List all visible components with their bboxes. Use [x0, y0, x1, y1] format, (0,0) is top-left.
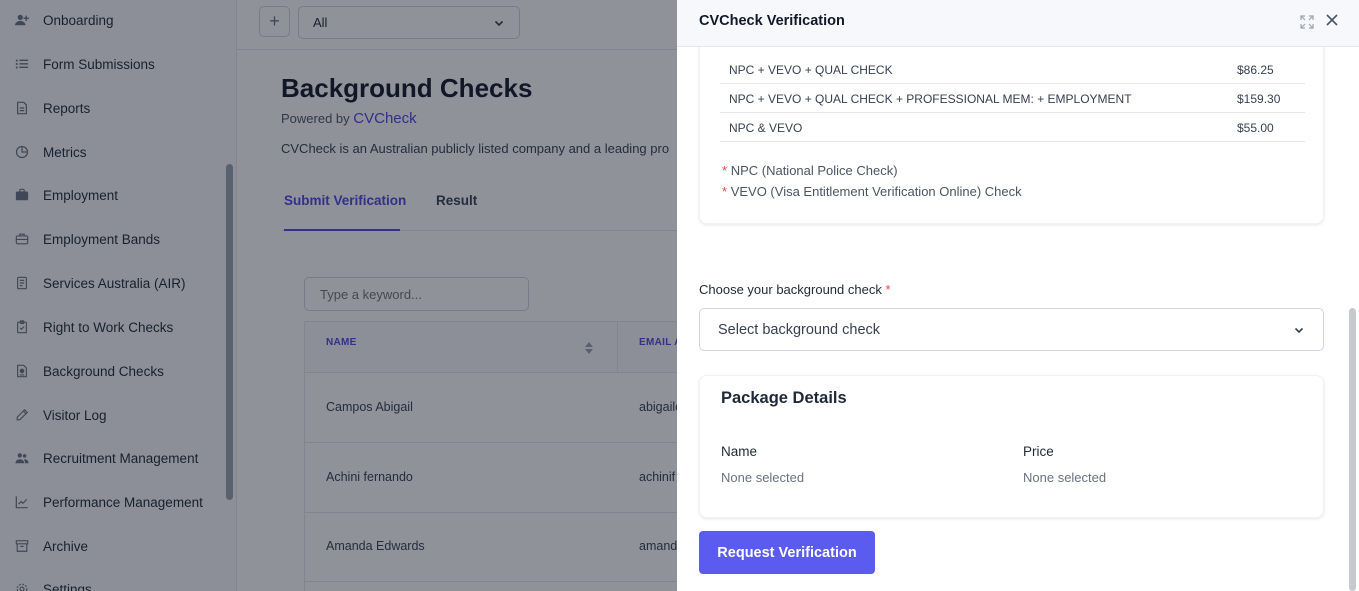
- modal-backdrop[interactable]: [0, 0, 677, 591]
- package-price: $55.00: [1237, 121, 1274, 135]
- package-price-label: Price: [1023, 444, 1054, 459]
- select-placeholder: Select background check: [718, 321, 881, 338]
- background-check-select[interactable]: Select background check: [699, 308, 1324, 351]
- drawer-header: CVCheck Verification: [677, 0, 1359, 47]
- expand-icon[interactable]: [1300, 15, 1314, 29]
- drawer-title: CVCheck Verification: [699, 13, 845, 29]
- vevo-note: * VEVO (Visa Entitlement Verification On…: [722, 184, 1022, 199]
- package-price-value: None selected: [1023, 470, 1107, 485]
- package-details-card: Package Details Name Price None selected…: [699, 375, 1324, 518]
- note-text: NPC (National Police Check): [730, 163, 898, 178]
- cvcheck-drawer: NPC + VEVO + QUAL CHECK $86.25 NPC + VEV…: [677, 0, 1359, 591]
- request-verification-button[interactable]: Request Verification: [699, 531, 875, 574]
- label-text: Choose your background check: [699, 282, 882, 297]
- npc-note: * NPC (National Police Check): [722, 163, 898, 178]
- note-asterisk: *: [722, 163, 728, 178]
- package-name: NPC + VEVO + QUAL CHECK + PROFESSIONAL M…: [729, 92, 1132, 106]
- package-price-row: NPC + VEVO + QUAL CHECK $86.25: [720, 55, 1305, 84]
- package-name: NPC + VEVO + QUAL CHECK: [729, 63, 893, 77]
- close-icon[interactable]: [1324, 12, 1340, 28]
- package-name: NPC & VEVO: [729, 121, 803, 135]
- pricing-card: NPC + VEVO + QUAL CHECK $86.25 NPC + VEV…: [699, 30, 1324, 224]
- package-name-value: None selected: [721, 470, 805, 485]
- required-asterisk: *: [885, 282, 891, 297]
- note-text: VEVO (Visa Entitlement Verification Onli…: [730, 184, 1022, 199]
- background-check-label: Choose your background check *: [699, 282, 891, 297]
- package-name-label: Name: [721, 444, 758, 459]
- chevron-down-icon: [1294, 327, 1304, 333]
- package-details-title: Package Details: [721, 389, 847, 407]
- package-price-row: NPC + VEVO + QUAL CHECK + PROFESSIONAL M…: [720, 84, 1305, 113]
- package-price: $159.30: [1237, 92, 1281, 106]
- note-asterisk: *: [722, 184, 728, 199]
- drawer-scrollbar-thumb[interactable]: [1349, 308, 1356, 591]
- package-price-row: NPC & VEVO $55.00: [720, 113, 1305, 142]
- package-price: $86.25: [1237, 63, 1274, 77]
